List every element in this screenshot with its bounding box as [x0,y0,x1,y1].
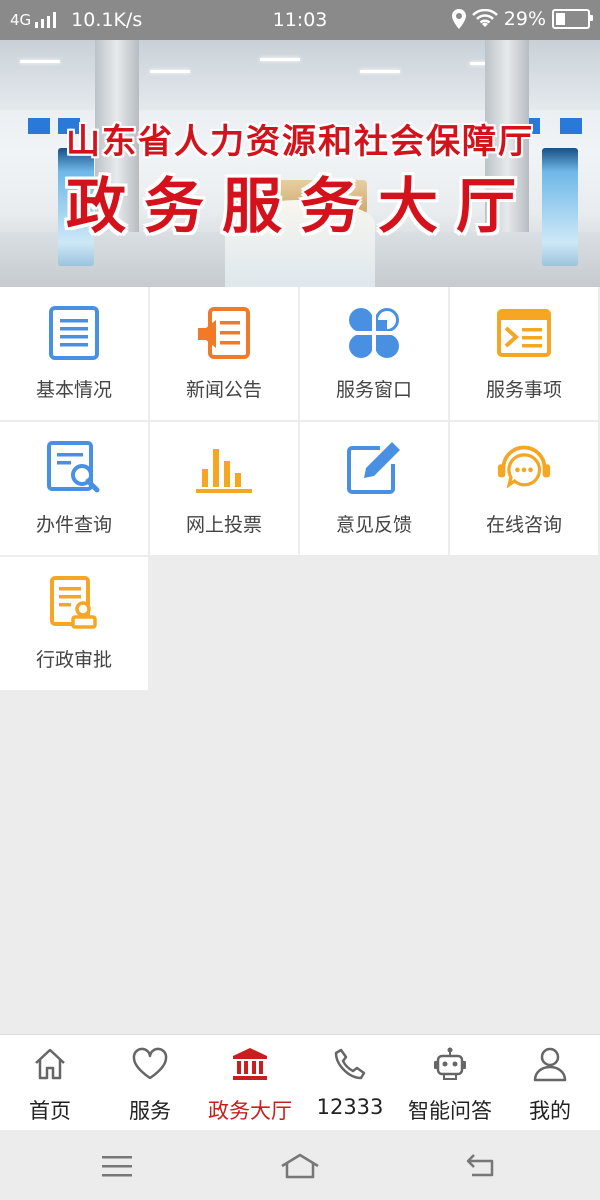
home-button[interactable] [280,1150,320,1182]
phone-icon [333,1045,367,1083]
ceiling-light [360,70,400,73]
hall-banner: 山东省人力资源和社会保障厅 政务服务大厅 [0,40,600,287]
location-icon [451,9,466,29]
tab-service[interactable]: 服务 [100,1035,200,1131]
grid-item-label: 服务事项 [485,379,562,401]
service-list-icon [496,305,552,361]
grid-item-label: 基本情况 [35,379,112,401]
tab-label: 政务大厅 [208,1099,292,1123]
battery-icon [552,9,593,29]
ceiling-light [150,70,190,73]
battery-percent: 29% [503,8,546,30]
home-nav-icon [281,1153,319,1179]
tab-hotline[interactable]: 12333 [300,1035,400,1131]
tab-government-hall[interactable]: 政务大厅 [200,1035,300,1131]
tab-label: 智能问答 [408,1099,492,1123]
megaphone-icon [196,305,252,361]
grid-item-label: 办件查询 [35,514,112,536]
status-bar: 4G 10.1K/s 11:03 29% [0,0,600,40]
tab-smart-qa[interactable]: 智能问答 [400,1035,500,1131]
tab-label: 首页 [29,1099,71,1123]
user-icon [532,1045,568,1083]
ceiling-light [260,58,300,61]
tab-mine[interactable]: 我的 [500,1035,600,1131]
ceiling-light [20,60,60,63]
grid-item-online-vote[interactable]: 网上投票 [150,422,298,555]
clover-icon [346,305,402,361]
government-hall-icon [231,1045,269,1083]
banner-title-line2: 政务服务大厅 [66,172,534,242]
bar-chart-icon [196,440,252,496]
grid-item-news[interactable]: 新闻公告 [150,287,298,420]
approval-stamp-icon [46,575,102,631]
home-icon [33,1045,67,1083]
back-button[interactable] [462,1150,502,1182]
grid-item-label: 新闻公告 [185,379,262,401]
grid-item-admin-approval[interactable]: 行政审批 [0,557,148,690]
grid-item-service-window[interactable]: 服务窗口 [300,287,448,420]
tab-label: 服务 [129,1099,171,1123]
grid-item-label: 行政审批 [35,649,112,671]
menu-icon [102,1156,132,1177]
grid-item-case-query[interactable]: 办件查询 [0,422,148,555]
wifi-icon [471,9,498,27]
tab-label: 12333 [316,1095,384,1119]
grid-item-service-matters[interactable]: 服务事项 [450,287,598,420]
grid-item-label: 意见反馈 [335,514,412,536]
document-list-icon [46,305,102,361]
status-right: 29% [451,8,593,30]
grid-item-label: 在线咨询 [485,514,562,536]
grid-item-label: 服务窗口 [335,379,412,401]
bottom-tab-bar: 首页 服务 政务大厅 12333 智能问答 我的 [0,1034,600,1131]
chat-headset-icon [496,440,552,496]
robot-icon [432,1045,468,1083]
grid-item-online-consult[interactable]: 在线咨询 [450,422,598,555]
document-search-icon [46,440,102,496]
heart-icon [131,1045,169,1083]
banner-title-line1: 山东省人力资源和社会保障厅 [66,122,534,162]
tab-label: 我的 [529,1099,571,1123]
grid-item-feedback[interactable]: 意见反馈 [300,422,448,555]
grid-item-basic-info[interactable]: 基本情况 [0,287,148,420]
tab-home[interactable]: 首页 [0,1035,100,1131]
edit-icon [346,440,402,496]
system-nav-bar [0,1130,600,1200]
grid-item-label: 网上投票 [185,514,262,536]
menu-button[interactable] [97,1150,137,1182]
back-icon [466,1154,494,1177]
